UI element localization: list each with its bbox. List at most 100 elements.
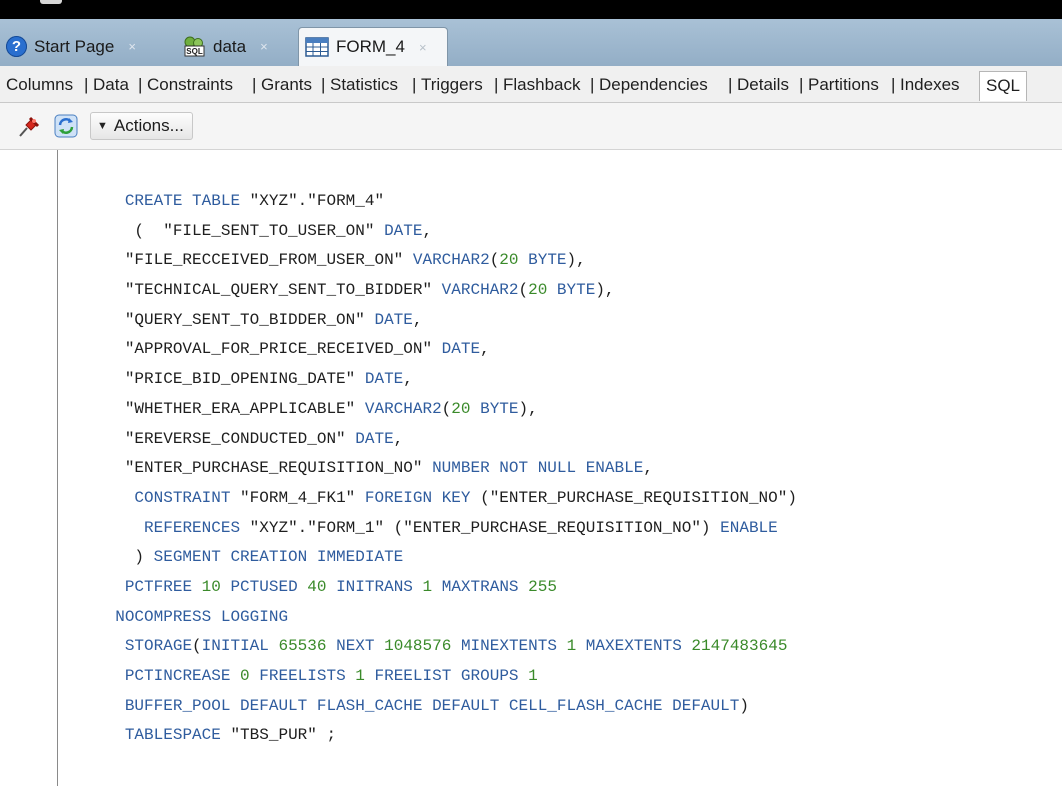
sql-line: ( "FILE_SENT_TO_USER_ON" DATE, — [0, 217, 797, 247]
sql-keyword: MINEXTENTS — [460, 637, 567, 656]
subtab-separator: | — [728, 75, 733, 94]
sql-number: 1 — [566, 637, 577, 656]
sql-text: "QUERY_SENT_TO_BIDDER_ON" — [96, 310, 375, 329]
pin-icon[interactable] — [16, 113, 42, 139]
sql-line: CONSTRAINT "FORM_4_FK1" FOREIGN KEY ("EN… — [0, 484, 797, 514]
subtab-indexes[interactable]: Indexes — [900, 75, 960, 95]
sql-line: NOCOMPRESS LOGGING — [0, 603, 797, 633]
subtab-constraints[interactable]: Constraints — [147, 75, 233, 95]
sql-keyword: MAXTRANS — [441, 577, 529, 596]
sql-text: ), — [566, 251, 586, 270]
sql-number: 1 — [528, 667, 538, 685]
subtab-triggers[interactable]: Triggers — [421, 75, 483, 95]
sql-keyword: VARCHAR2 — [441, 281, 519, 300]
sql-keyword: PCTUSED — [230, 577, 308, 596]
sql-text: "FORM_4_FK1" — [240, 488, 365, 507]
close-icon[interactable]: × — [419, 40, 427, 55]
sql-line: "QUERY_SENT_TO_BIDDER_ON" DATE, — [0, 306, 797, 336]
sql-text: , — [422, 221, 433, 240]
sql-line: "APPROVAL_FOR_PRICE_RECEIVED_ON" DATE, — [0, 335, 797, 365]
sql-keyword: SEGMENT CREATION IMMEDIATE — [153, 548, 404, 567]
sql-code-block: CREATE TABLE "XYZ"."FORM_4" ( "FILE_SENT… — [0, 187, 797, 751]
object-subtab-bar: Columns | Data | Constraints | Grants | … — [0, 66, 1062, 103]
tab-form-4[interactable]: FORM_4 × — [298, 27, 448, 66]
sql-text: ( — [518, 281, 529, 300]
sql-text: ( "FILE_SENT_TO_USER_ON" — [96, 221, 385, 240]
sql-number: 255 — [528, 577, 557, 596]
subtab-separator: | — [84, 75, 89, 94]
actions-dropdown-button[interactable]: ▼ Actions... — [90, 112, 193, 140]
tab-data[interactable]: SQL data × — [175, 27, 297, 66]
sql-line: BUFFER_POOL DEFAULT FLASH_CACHE DEFAULT … — [0, 692, 797, 722]
sql-keyword: CONSTRAINT — [134, 488, 241, 507]
document-tab-strip: ? Start Page × SQL data × FORM_4 × — [0, 19, 1062, 66]
sql-number: 20 — [451, 399, 471, 418]
sql-keyword: DATE — [441, 340, 481, 359]
sql-text: , — [403, 370, 413, 389]
subtab-flashback[interactable]: Flashback — [503, 75, 580, 95]
sql-line: PCTINCREASE 0 FREELISTS 1 FREELIST GROUP… — [0, 662, 797, 692]
sql-number: 2147483645 — [691, 637, 788, 656]
subtab-separator: | — [590, 75, 595, 94]
subtab-sql[interactable]: SQL — [979, 71, 1028, 101]
subtab-data[interactable]: Data — [93, 75, 129, 95]
sql-keyword: BYTE — [528, 251, 567, 270]
sql-text: ( — [192, 637, 202, 656]
sql-text: "WHETHER_ERA_APPLICABLE" — [96, 399, 365, 418]
subtab-columns[interactable]: Columns — [6, 75, 73, 95]
sql-text: "APPROVAL_FOR_PRICE_RECEIVED_ON" — [96, 340, 442, 359]
sql-editor[interactable]: CREATE TABLE "XYZ"."FORM_4" ( "FILE_SENT… — [0, 150, 1062, 786]
sql-text: ) — [96, 548, 154, 567]
refresh-icon[interactable] — [53, 113, 79, 139]
sql-keyword: MAXEXTENTS — [585, 637, 692, 656]
sql-number: 1 — [355, 667, 365, 685]
sql-keyword: PCTFREE — [124, 577, 202, 596]
sql-number: 1 — [422, 577, 433, 596]
subtab-details[interactable]: Details — [737, 75, 789, 95]
sql-keyword: VARCHAR2 — [364, 399, 442, 418]
sql-text: "EREVERSE_CONDUCTED_ON" — [96, 429, 356, 448]
sql-line: "ENTER_PURCHASE_REQUISITION_NO" NUMBER N… — [0, 454, 797, 484]
sql-number: 1048576 — [384, 637, 452, 656]
sql-line: TABLESPACE "TBS_PUR" ; — [0, 721, 797, 751]
top-black-bar — [0, 0, 1062, 19]
sql-text: ( — [489, 251, 500, 270]
sql-text: , — [480, 340, 490, 359]
close-icon[interactable]: × — [128, 39, 136, 54]
sql-keyword: DATE — [355, 429, 394, 448]
sql-number: 20 — [528, 281, 548, 300]
sql-keyword: DATE — [364, 370, 404, 389]
sql-line: CREATE TABLE "XYZ"."FORM_4" — [0, 187, 797, 217]
subtab-separator: | — [138, 75, 143, 94]
tab-label: data — [213, 36, 247, 56]
tab-label: Start Page — [34, 36, 115, 56]
sql-keyword: DATE — [374, 310, 413, 329]
sql-line: "EREVERSE_CONDUCTED_ON" DATE, — [0, 425, 797, 455]
sql-keyword: INITIAL — [201, 637, 279, 656]
sql-keyword: NUMBER NOT NULL ENABLE — [432, 459, 644, 478]
subtab-statistics[interactable]: Statistics — [330, 75, 398, 95]
subtab-partitions[interactable]: Partitions — [808, 75, 879, 95]
caret-down-icon: ▼ — [97, 120, 108, 132]
sql-keyword: CREATE TABLE — [124, 192, 250, 210]
sql-line: "WHETHER_ERA_APPLICABLE" VARCHAR2(20 BYT… — [0, 395, 797, 425]
subtab-grants[interactable]: Grants — [261, 75, 312, 95]
close-icon[interactable]: × — [260, 39, 268, 54]
sql-keyword: REFERENCES — [144, 518, 250, 537]
tab-start-page[interactable]: ? Start Page × — [0, 27, 172, 66]
sql-keyword: FOREIGN KEY — [364, 488, 481, 507]
sql-text: "PRICE_BID_OPENING_DATE" — [96, 370, 365, 389]
actions-label: Actions... — [113, 116, 184, 135]
subtab-dependencies[interactable]: Dependencies — [599, 75, 708, 95]
